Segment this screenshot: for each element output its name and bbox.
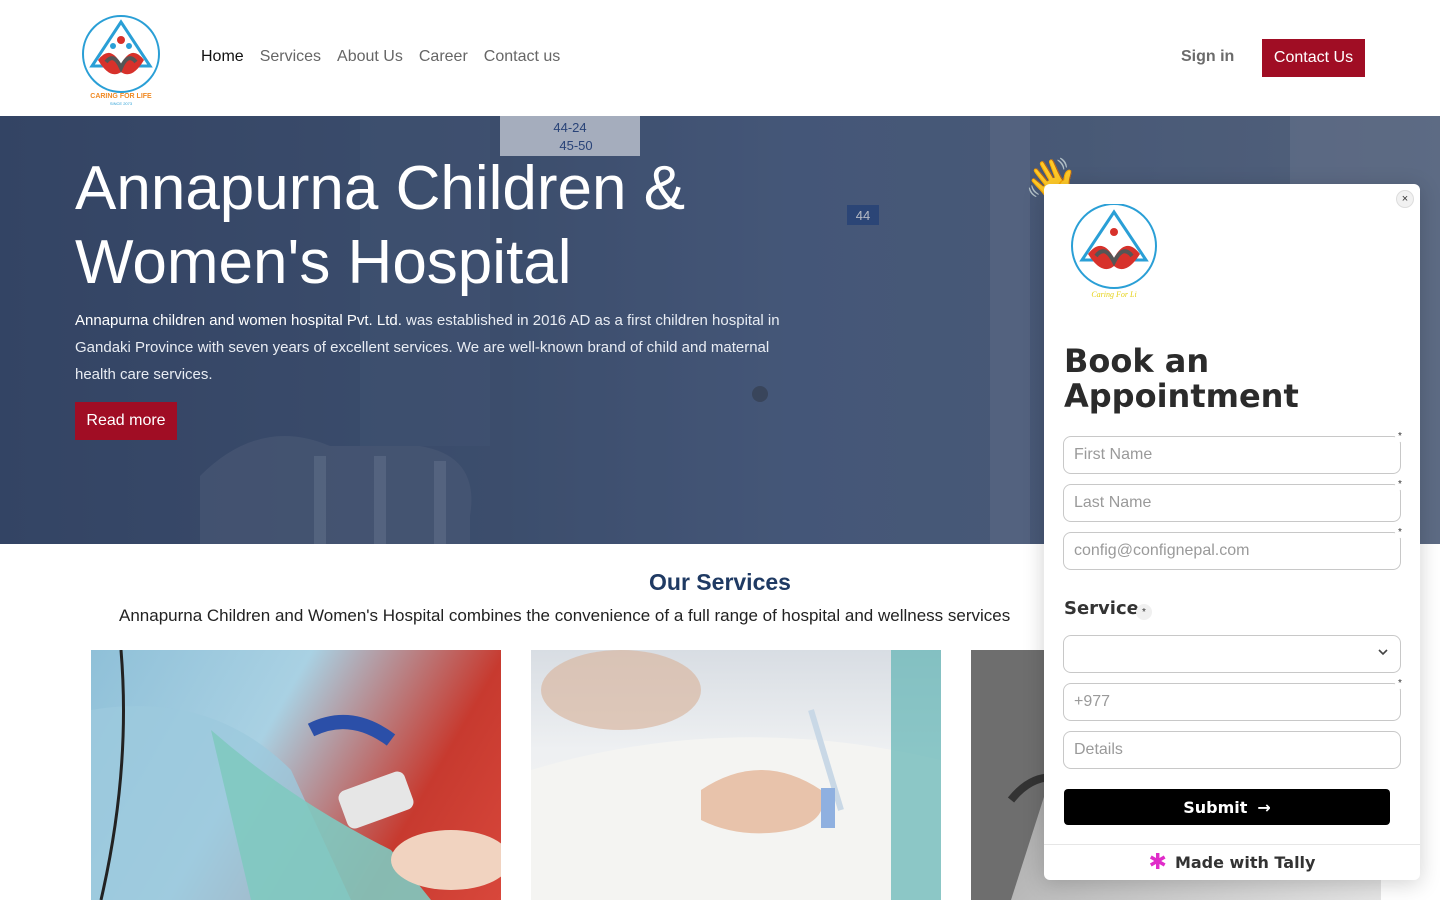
required-mark: * bbox=[1395, 480, 1405, 490]
required-mark: * bbox=[1395, 528, 1405, 538]
tally-asterisk-icon: ✱ bbox=[1148, 849, 1167, 875]
popup-hospital-logo: Caring For Li bbox=[1071, 204, 1157, 299]
details-field[interactable]: Details bbox=[1063, 731, 1401, 769]
appointment-popup: × Caring For Li Book an Appointment Firs… bbox=[1044, 184, 1420, 880]
nav-about-us[interactable]: About Us bbox=[337, 46, 403, 68]
phone-field[interactable]: +977 bbox=[1063, 683, 1401, 721]
service-card-image[interactable] bbox=[531, 650, 941, 900]
sign-in-link[interactable]: Sign in bbox=[1181, 46, 1234, 68]
logo-caption: CARING FOR LIFE bbox=[90, 93, 152, 100]
first-name-field[interactable]: First Name bbox=[1063, 436, 1401, 474]
hero-description: Annapurna children and women hospital Pv… bbox=[75, 307, 805, 388]
made-with-tally-label: Made with Tally bbox=[1174, 853, 1316, 872]
read-more-button[interactable]: Read more bbox=[75, 402, 177, 440]
hero-company-name: Annapurna children and women hospital Pv… bbox=[75, 312, 402, 329]
email-field[interactable]: config@confignepal.com bbox=[1063, 532, 1401, 570]
close-icon[interactable]: × bbox=[1396, 190, 1414, 208]
site-header: CARING FOR LIFE SINCE 2073 Home Services… bbox=[0, 0, 1440, 116]
popup-logo-caption: Caring For Li bbox=[1091, 290, 1136, 299]
hospital-logo[interactable]: CARING FOR LIFE SINCE 2073 bbox=[80, 14, 162, 106]
service-image-pulse-oximeter bbox=[91, 650, 501, 900]
logo-since: SINCE 2073 bbox=[110, 101, 133, 106]
service-label: Service bbox=[1064, 598, 1139, 619]
made-with-tally-link[interactable]: ✱ Made with Tally bbox=[1044, 844, 1420, 880]
nav-career[interactable]: Career bbox=[419, 46, 468, 68]
arrow-right-icon: → bbox=[1257, 797, 1271, 817]
nav-services[interactable]: Services bbox=[260, 46, 321, 68]
service-image-patient-iv bbox=[531, 650, 941, 900]
required-mark: * bbox=[1395, 432, 1405, 442]
contact-us-button[interactable]: Contact Us bbox=[1262, 39, 1365, 77]
required-mark: * bbox=[1136, 604, 1152, 620]
nav-home[interactable]: Home bbox=[201, 46, 244, 68]
main-nav: Home Services About Us Career Contact us bbox=[201, 46, 560, 68]
appointment-title: Book an Appointment bbox=[1064, 342, 1299, 415]
submit-button[interactable]: Submit → bbox=[1064, 789, 1390, 825]
hero-title: Annapurna Children & Women's Hospital bbox=[75, 154, 686, 297]
service-card-image[interactable] bbox=[91, 650, 501, 900]
last-name-field[interactable]: Last Name bbox=[1063, 484, 1401, 522]
nav-contact-us[interactable]: Contact us bbox=[484, 46, 560, 68]
required-mark: * bbox=[1395, 679, 1405, 689]
chevron-down-icon bbox=[1378, 649, 1388, 656]
service-select[interactable] bbox=[1063, 635, 1401, 673]
submit-label: Submit bbox=[1183, 797, 1248, 817]
